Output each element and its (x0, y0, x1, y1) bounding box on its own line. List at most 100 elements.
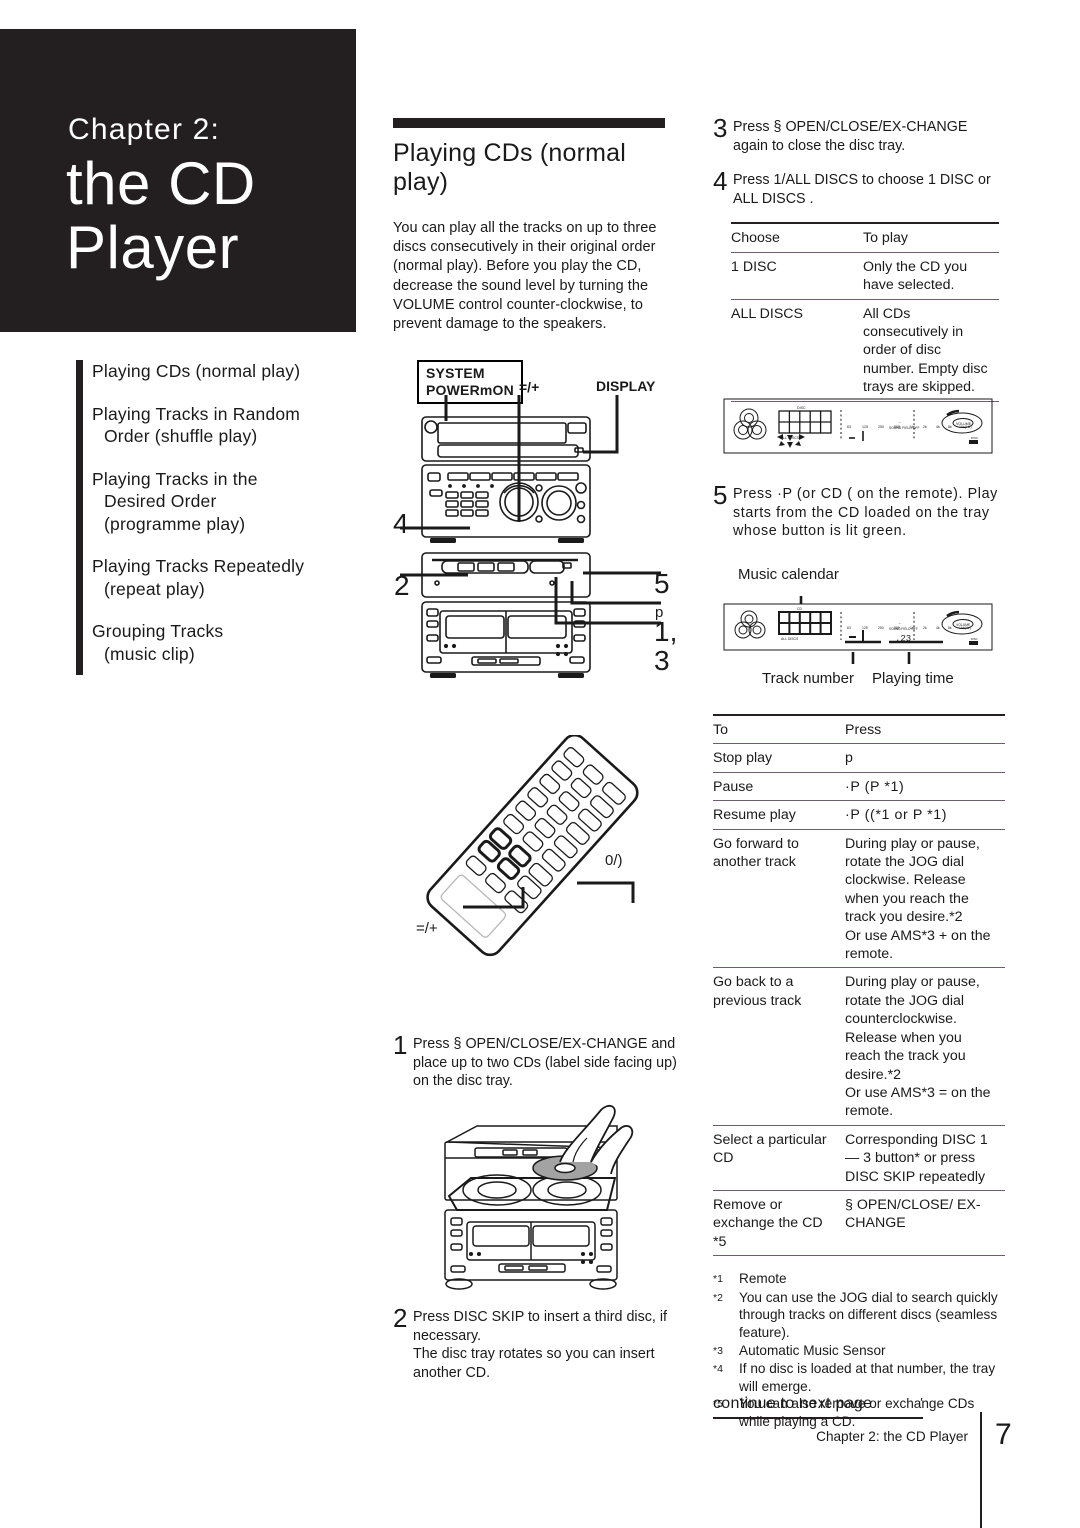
page-number-rule (980, 1412, 982, 1528)
cell-press: During play or pause, rotate the JOG dia… (845, 968, 1005, 1126)
step-number: 5 (713, 480, 728, 510)
step-text: Press DISC SKIP to insert a third disc, … (413, 1309, 667, 1381)
svg-text:DISC: DISC (971, 436, 979, 440)
column-header-press: Press (845, 714, 1005, 745)
svg-text:VOLUME: VOLUME (956, 422, 972, 426)
track-number-label: Track number (762, 670, 854, 687)
footnote: *4 If no disc is loaded at that number, … (713, 1360, 1005, 1395)
step-text: Press § OPEN/CLOSE/EX-CHANGE again to cl… (733, 119, 968, 154)
page-number: 7 (995, 1418, 1012, 1451)
playing-time-label: Playing time (872, 670, 954, 687)
toc-item[interactable]: Playing Tracks in Random Order (shuffle … (76, 403, 376, 448)
section-title: Playing CDs (normal play) (393, 139, 627, 196)
cell-to-play: Only the CD you have selected. (863, 253, 999, 300)
step-number: 1 (393, 1030, 408, 1060)
middle-column: Playing CDs (normal play) You can play a… (393, 118, 683, 334)
table-of-contents: Playing CDs (normal play) Playing Tracks… (76, 360, 376, 685)
svg-text:DISC: DISC (971, 637, 978, 641)
step-number: 4 (713, 166, 728, 197)
toc-item-line: Order (shuffle play) (104, 426, 258, 446)
table-row: Go back to a previous track During play … (713, 968, 1005, 1126)
display-panel-illustration-2: CD ALL DISCS 63 125 250 500 1k 2k 4k 8k … (723, 596, 993, 664)
toc-item-line: Desired Order (104, 491, 217, 511)
footnote-text: Remote (739, 1271, 787, 1287)
column-header-to: To (713, 714, 845, 745)
toc-item-line: (music clip) (104, 643, 195, 664)
step-5: 5 Press ·P (or CD ( on the remote). Play… (713, 480, 1005, 555)
svg-text:4k: 4k (936, 626, 940, 630)
cell-to: Pause (713, 773, 845, 802)
toc-item[interactable]: Playing Tracks in the Desired Order (pro… (76, 468, 376, 536)
table-row: Resume play ·P ((*1 or P *1) (713, 801, 1005, 830)
cell-to: Go forward to another track (713, 830, 845, 969)
page-title: the CD Player (66, 152, 356, 280)
table-row: Stop play p (713, 744, 1005, 773)
toc-item-line: Grouping Tracks (92, 621, 224, 641)
music-calendar-label: Music calendar (738, 566, 839, 583)
footer-chapter-label: Chapter 2: the CD Player (816, 1429, 968, 1444)
step-2: 2 Press DISC SKIP to insert a third disc… (393, 1303, 683, 1396)
footnote-mark: *1 (713, 1273, 723, 1286)
step-number: 2 (393, 1303, 408, 1333)
cell-to: Stop play (713, 744, 845, 773)
svg-text:VOLUME: VOLUME (956, 623, 971, 627)
step-text: Press § OPEN/CLOSE/EX-CHANGE and place u… (413, 1036, 677, 1090)
cell-press: p (845, 744, 1005, 773)
toc-item[interactable]: Playing CDs (normal play) (76, 360, 376, 383)
toc-item-line: (repeat play) (104, 578, 205, 599)
remote-skip-label: =/+ (416, 920, 438, 937)
cell-press: Corresponding DISC 1 — 3 button* or pres… (845, 1126, 1005, 1191)
cell-press: ·P ((*1 or P *1) (845, 801, 1005, 830)
svg-text:^: ^ (899, 622, 901, 626)
action-table-wrapper: To Press Stop play p Pause ·P (P *1) Res… (713, 714, 1005, 1431)
continue-label: continue to next page (713, 1395, 873, 1412)
svg-text:SOUND FIELD OFF: SOUND FIELD OFF (889, 426, 920, 430)
section-intro-paragraph: You can play all the tracks on up to thr… (393, 220, 657, 333)
toc-item-line: Playing CDs (normal play) (92, 361, 301, 381)
system-power-line-1: SYSTEM (426, 365, 485, 381)
svg-text:125: 125 (862, 626, 868, 630)
svg-text:CD: CD (797, 607, 802, 611)
svg-text:2k: 2k (923, 425, 927, 429)
cd-tray-loading-illustration (444, 1104, 634, 1290)
step-number: 3 (713, 113, 728, 143)
footnote-text: If no disc is loaded at that number, the… (739, 1361, 996, 1394)
continue-arrow-icon: ′ (920, 1395, 923, 1410)
cell-to: Remove or exchange the CD *5 (713, 1191, 845, 1257)
table-row: Select a particular CD Corresponding DIS… (713, 1126, 1005, 1191)
continue-to-next-page[interactable]: ′ continue to next page (713, 1395, 923, 1419)
svg-text:SOUND FIELD OFF: SOUND FIELD OFF (889, 627, 918, 631)
footnote: *3 Automatic Music Sensor (713, 1342, 1005, 1361)
cell-choose: ALL DISCS (731, 300, 863, 402)
step-text: Press 1/ALL DISCS to choose 1 DISC or AL… (733, 172, 991, 207)
stereo-system-illustration (400, 395, 661, 678)
display-label: DISPLAY (596, 378, 656, 394)
step-4: 4 Press 1/ALL DISCS to choose 1 DISC or … (713, 166, 1003, 208)
svg-text:63: 63 (847, 425, 851, 429)
footnote: *1 Remote (713, 1270, 1005, 1289)
step-3: 3 Press § OPEN/CLOSE/EX-CHANGE again to … (713, 113, 1003, 155)
table-header-row: To Press (713, 714, 1005, 745)
column-header-to-play: To play (863, 222, 999, 253)
choose-to-play-table: Choose To play 1 DISC Only the CD you ha… (731, 222, 999, 402)
svg-text:ALL DISCS: ALL DISCS (781, 637, 799, 641)
cell-choose: 1 DISC (731, 253, 863, 300)
cell-press: ·P (P *1) (845, 773, 1005, 802)
toc-item[interactable]: Grouping Tracks (music clip) (76, 620, 376, 665)
cell-to: Select a particular CD (713, 1126, 845, 1191)
chapter-title-line-2: Player (66, 214, 240, 281)
skip-label: =/+ (519, 379, 540, 395)
right-column: 3 Press § OPEN/CLOSE/EX-CHANGE again to … (713, 113, 1003, 402)
table-row: Remove or exchange the CD *5 § OPEN/CLOS… (713, 1191, 1005, 1257)
toc-item[interactable]: Playing Tracks Repeatedly (repeat play) (76, 555, 376, 600)
cell-press: § OPEN/CLOSE/ EX-CHANGE (845, 1191, 1005, 1257)
svg-text:^: ^ (899, 421, 901, 425)
column-header-choose: Choose (731, 222, 863, 253)
svg-text:4k: 4k (936, 425, 940, 429)
step-1: 1 Press § OPEN/CLOSE/EX-CHANGE and place… (393, 1030, 683, 1105)
svg-text:63: 63 (847, 626, 851, 630)
toc-item-line: (programme play) (104, 513, 246, 534)
display-panel-illustration-1: DISC ALL DISCS 63 125 250 500 1k 2k 4k 8… (723, 398, 993, 454)
toc-item-line: Playing Tracks in Random (92, 403, 301, 424)
footnote: *2 You can use the JOG dial to search qu… (713, 1289, 1005, 1342)
